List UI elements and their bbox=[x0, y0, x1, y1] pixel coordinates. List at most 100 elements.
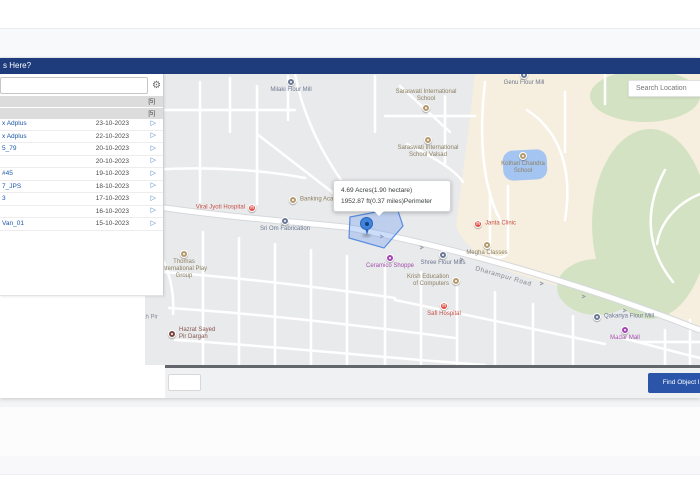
play-icon[interactable]: ▷ bbox=[151, 157, 156, 165]
hospital-h-glyph: H bbox=[441, 303, 447, 309]
hospital-h-glyph: H bbox=[475, 221, 481, 227]
poi-label: Qakariya Flour Mill bbox=[604, 314, 666, 321]
device-date: 23-10-2023 bbox=[96, 120, 129, 128]
table-row: 16-10-2023 ▷ bbox=[0, 206, 163, 219]
table-row: Van_01 15-10-2023 ▷ bbox=[0, 218, 163, 231]
device-link[interactable]: 3 bbox=[2, 195, 6, 203]
hospital-icon: H bbox=[440, 302, 448, 310]
hospital-icon: H bbox=[248, 204, 256, 212]
mill-icon bbox=[593, 313, 601, 321]
play-icon[interactable]: ▷ bbox=[151, 182, 156, 190]
school-icon bbox=[424, 136, 432, 144]
footer-input[interactable] bbox=[168, 374, 201, 391]
table-row: x Adplus 22-10-2023 ▷ bbox=[0, 131, 163, 144]
school-icon bbox=[180, 250, 188, 258]
school-icon bbox=[422, 104, 430, 112]
group-count: [5] bbox=[148, 110, 155, 118]
sidebar-list: x Adplus23-10-2023▷x Adplus22-10-2023▷5_… bbox=[0, 118, 163, 231]
mill-icon bbox=[281, 217, 289, 225]
table-row: x Adplus 23-10-2023 ▷ bbox=[0, 118, 163, 131]
sidebar-groups: [5] [5] bbox=[0, 96, 163, 120]
poi-label: Ceramico Shoppe bbox=[360, 263, 420, 270]
device-link[interactable]: #45 bbox=[2, 170, 13, 178]
play-icon[interactable]: ▷ bbox=[151, 120, 156, 128]
find-object-button[interactable]: Find Object In bbox=[648, 373, 700, 393]
sidebar-search-input[interactable] bbox=[0, 77, 148, 94]
device-link[interactable]: 5_79 bbox=[2, 145, 16, 153]
device-date: 22-10-2023 bbox=[96, 133, 129, 141]
poi-label: Genu Flour Mill bbox=[500, 80, 548, 87]
tooltip-perimeter-line: 1952.87 ft(0.37 miles)Perimeter bbox=[341, 196, 443, 207]
poi-label: Viral Jyoti Hospital bbox=[187, 205, 245, 212]
device-link[interactable]: Van_01 bbox=[2, 220, 24, 228]
poi-label: Sri Om Fabrication bbox=[254, 226, 316, 233]
school-icon bbox=[289, 196, 297, 204]
measurement-tooltip: 4.69 Acres(1.90 hectare) 1952.87 ft(0.37… bbox=[333, 180, 451, 212]
poi-label: Janta Clinic bbox=[485, 221, 527, 228]
mill-icon bbox=[287, 78, 295, 86]
play-icon[interactable]: ▷ bbox=[151, 220, 156, 228]
school-icon bbox=[519, 152, 527, 160]
poi-label: Thomas International Play Group bbox=[157, 259, 212, 280]
play-icon[interactable]: ▷ bbox=[151, 195, 156, 203]
ghost-browser-toolbar bbox=[0, 29, 700, 58]
poi-label: Hazrat Sayed Pir Dargah bbox=[179, 327, 221, 341]
footer-left-spacer bbox=[0, 365, 165, 398]
poi-label: Kothari Chandra School bbox=[499, 161, 547, 175]
tooltip-area-line: 4.69 Acres(1.90 hectare) bbox=[341, 185, 443, 196]
device-date: 17-10-2023 bbox=[96, 195, 129, 203]
shop-icon bbox=[621, 326, 629, 334]
device-date: 15-10-2023 bbox=[96, 220, 129, 228]
device-link[interactable]: 7_JPS bbox=[2, 183, 21, 191]
app-window: s Here? bbox=[0, 58, 700, 398]
hospital-h-glyph: H bbox=[249, 205, 255, 211]
play-icon[interactable]: ▷ bbox=[151, 170, 156, 178]
screenshot-canvas: s Here? bbox=[0, 0, 700, 500]
table-row: #45 19-10-2023 ▷ bbox=[0, 168, 163, 181]
poi-label: Saraswati International School Valsad bbox=[395, 145, 461, 159]
settings-icon[interactable]: ⚙ bbox=[150, 78, 163, 93]
table-row: 7_JPS 18-10-2023 ▷ bbox=[0, 181, 163, 194]
table-row: 5_79 20-10-2023 ▷ bbox=[0, 143, 163, 156]
device-date: 18-10-2023 bbox=[96, 183, 129, 191]
window-header: s Here? bbox=[0, 58, 700, 74]
school-icon bbox=[483, 241, 491, 249]
table-row: 3 17-10-2023 ▷ bbox=[0, 193, 163, 206]
device-date: 19-10-2023 bbox=[96, 170, 129, 178]
poi-label: Krish Education of Computers bbox=[401, 274, 449, 288]
search-location-input[interactable]: Search Location bbox=[628, 80, 700, 97]
play-icon[interactable]: ▷ bbox=[151, 145, 156, 153]
poi-label: Shree Flour Mills bbox=[413, 260, 473, 267]
ghost-band bbox=[0, 407, 700, 457]
play-icon[interactable]: ▷ bbox=[151, 132, 156, 140]
poi-label: Milaki Flour Mill bbox=[265, 87, 317, 94]
hospital-icon: H bbox=[474, 220, 482, 228]
play-icon[interactable]: ▷ bbox=[151, 207, 156, 215]
device-date: 16-10-2023 bbox=[96, 208, 129, 216]
window-title: s Here? bbox=[3, 60, 31, 72]
school-icon bbox=[452, 277, 460, 285]
ghost-band bbox=[0, 456, 700, 475]
mill-icon bbox=[439, 251, 447, 259]
map-area[interactable]: Dharampur Road Milaki Flour Mill Saraswat… bbox=[145, 74, 700, 366]
poi-label: Megha Classes bbox=[463, 250, 511, 257]
device-date: 20-10-2023 bbox=[96, 158, 129, 166]
group-count: [5] bbox=[148, 98, 155, 106]
poi-label: Saraswati International School bbox=[395, 89, 457, 103]
group-row[interactable]: [5] bbox=[0, 96, 163, 108]
pin-core bbox=[365, 222, 369, 226]
footer-bar: Find Object In bbox=[165, 365, 700, 398]
map-canvas[interactable]: Dharampur Road bbox=[145, 74, 700, 366]
tooltip-arrow bbox=[374, 211, 384, 216]
poi-label: Madar Mall bbox=[605, 335, 645, 342]
device-link[interactable]: x Adplus bbox=[2, 120, 27, 128]
poi-label: ah Pir bbox=[145, 315, 165, 322]
poi-label: Safi Hospital bbox=[422, 311, 466, 318]
sidebar-panel: ⚙ [5] [5] x Adplus 23-10-2023 ▷ x Adplus 22-1… bbox=[0, 74, 164, 296]
mosque-icon bbox=[168, 330, 176, 338]
table-row: 20-10-2023 ▷ bbox=[0, 156, 163, 169]
device-link[interactable]: x Adplus bbox=[2, 133, 27, 141]
device-date: 20-10-2023 bbox=[96, 145, 129, 153]
selected-location-pin[interactable] bbox=[360, 217, 373, 236]
shop-icon bbox=[386, 254, 394, 262]
